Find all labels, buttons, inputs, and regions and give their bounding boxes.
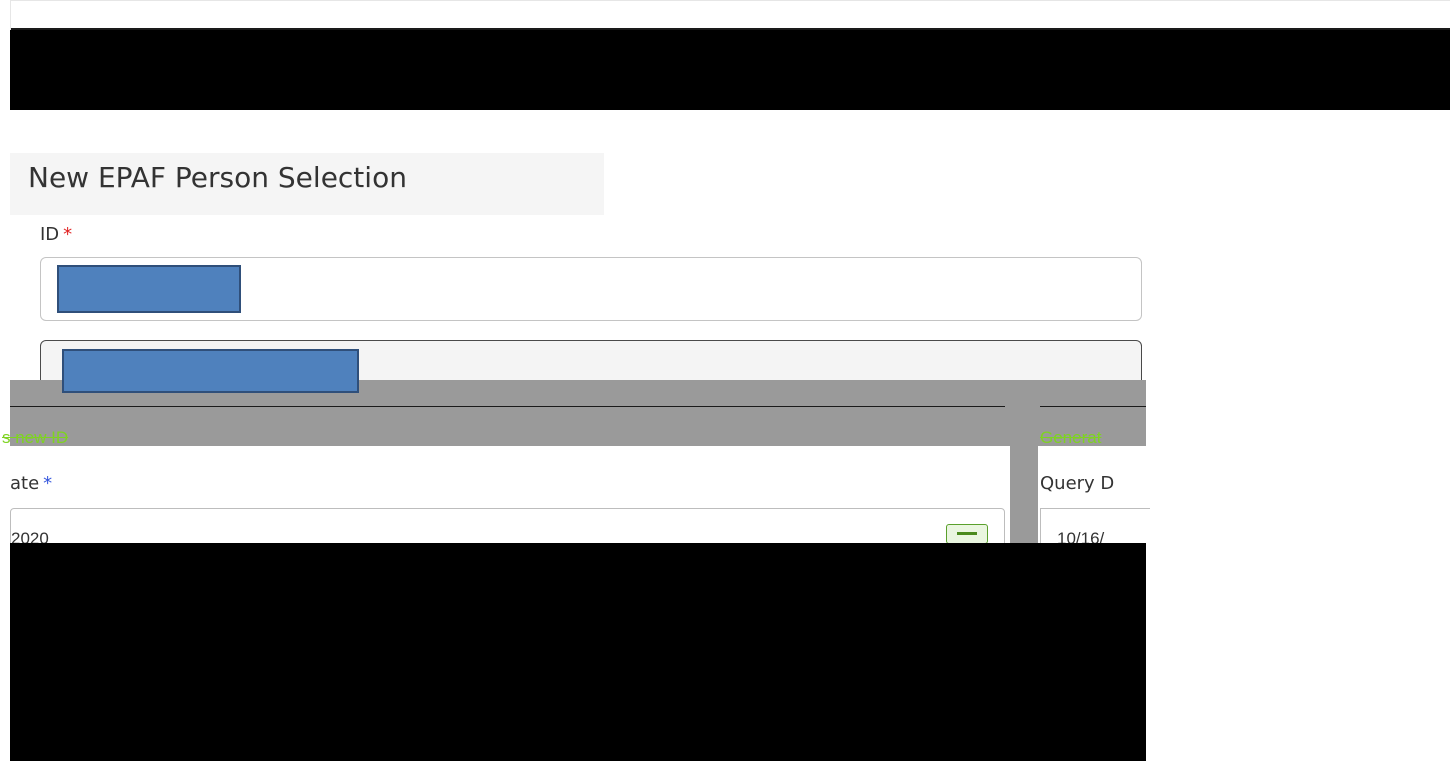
calendar-icon[interactable] (946, 524, 988, 544)
panel-column-divider (1010, 380, 1038, 545)
top-navigation-strip (10, 0, 1450, 30)
generate-id-link[interactable]: Generat (1040, 428, 1101, 448)
name-value-redacted (62, 349, 359, 393)
redacted-header-area (10, 30, 1450, 110)
query-date-required-marker: * (43, 473, 53, 494)
id-label-text: ID (40, 224, 60, 245)
id-required-marker: * (63, 224, 73, 245)
id-field-label: ID * (40, 224, 72, 245)
generate-query-date-label-text: Query D (1040, 473, 1115, 494)
section-divider-left (10, 406, 1005, 407)
generate-query-date-input[interactable]: 10/16/ (1040, 508, 1150, 548)
section-divider-right (1040, 406, 1146, 407)
query-date-input[interactable]: 2020 (10, 508, 1005, 548)
page-title-bar: New EPAF Person Selection (10, 153, 604, 215)
redacted-lower-area (10, 543, 1146, 761)
query-date-label: ate * (10, 473, 52, 494)
id-value-redacted (57, 265, 241, 313)
page-title: New EPAF Person Selection (28, 161, 407, 194)
query-date-label-text: ate (10, 473, 40, 494)
generate-query-date-label: Query D (1040, 473, 1114, 494)
new-id-link[interactable]: s new ID (2, 428, 68, 448)
